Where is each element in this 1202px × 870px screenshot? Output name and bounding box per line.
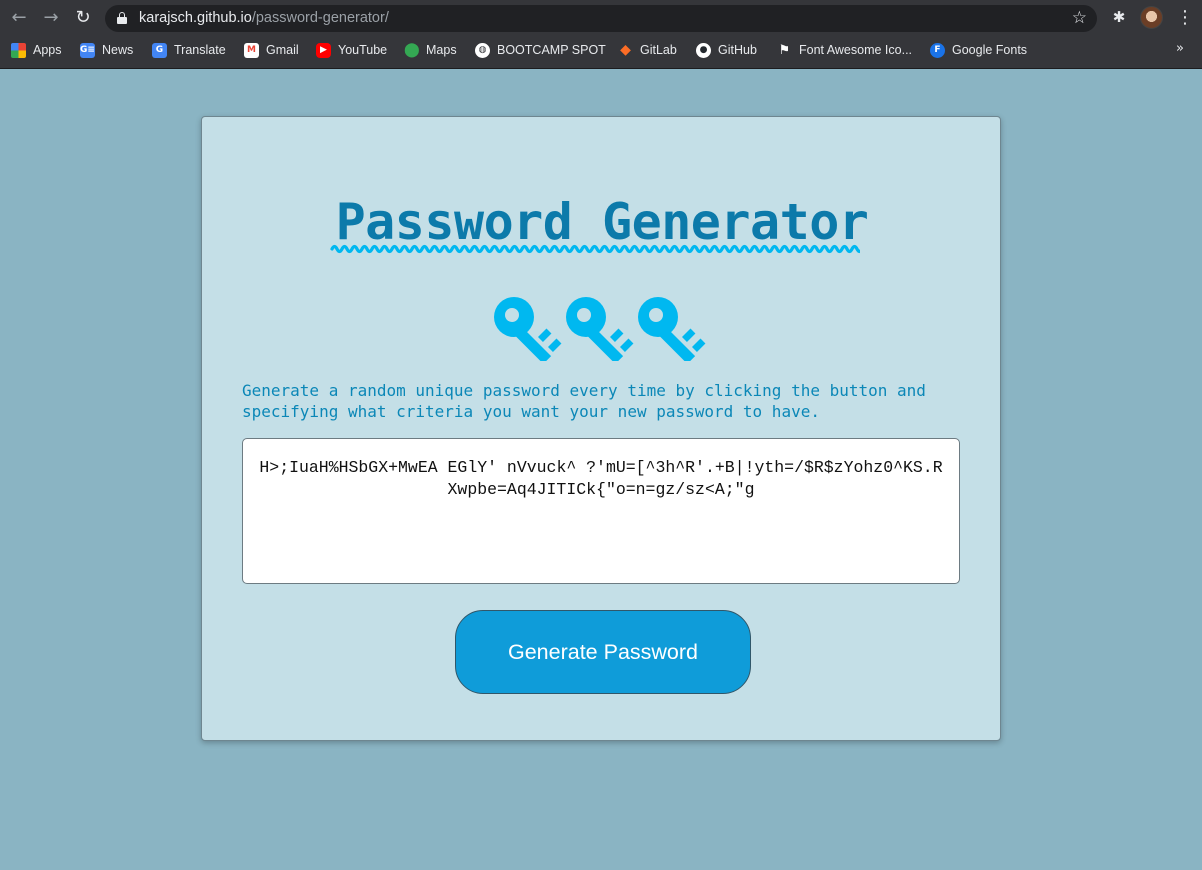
youtube-icon: ▶ xyxy=(316,42,331,58)
google-fonts-icon: F xyxy=(930,42,945,58)
bookmark-font-awesome[interactable]: ⚑ Font Awesome Ico... xyxy=(777,41,912,59)
address-bar[interactable]: karajsch.github.io/password-generator/ ☆ xyxy=(105,5,1097,32)
bookmark-news[interactable]: G≡ News xyxy=(80,41,133,59)
bookmark-gmail[interactable]: M Gmail xyxy=(244,41,299,59)
bookmark-apps[interactable]: Apps xyxy=(11,41,62,59)
bookmark-maps[interactable]: ⬤ Maps xyxy=(404,41,457,59)
gitlab-icon: ◆ xyxy=(620,41,631,58)
bookmark-star-icon[interactable]: ☆ xyxy=(1072,8,1087,28)
bookmarks-bar: Apps G≡ News G Translate M Gmail ▶ YouTu… xyxy=(0,38,1202,62)
bookmark-label: Apps xyxy=(33,43,62,57)
page-description: Generate a random unique password every … xyxy=(242,381,926,421)
google-news-icon: G≡ xyxy=(80,42,95,58)
generate-password-button[interactable]: Generate Password xyxy=(455,610,751,694)
bookmark-label: News xyxy=(102,43,134,57)
browser-toolbar: ← → ↻ karajsch.github.io/password-genera… xyxy=(0,0,1202,69)
bookmark-github[interactable]: ● GitHub xyxy=(696,41,757,59)
reload-icon[interactable]: ↻ xyxy=(72,7,94,29)
gmail-icon: M xyxy=(244,42,259,58)
url-host: karajsch.github.io xyxy=(139,10,252,26)
bookmark-gitlab[interactable]: ◆ GitLab xyxy=(618,41,677,59)
extensions-puzzle-icon[interactable]: ✱ xyxy=(1110,8,1128,26)
lock-icon xyxy=(117,12,127,24)
title-wavy-underline xyxy=(330,244,860,254)
more-bookmarks-icon[interactable]: » xyxy=(1176,41,1184,56)
bookmark-youtube[interactable]: ▶ YouTube xyxy=(316,41,387,59)
bookmark-label: Gmail xyxy=(266,43,299,57)
bookmark-label: Font Awesome Ico... xyxy=(799,43,913,57)
bookmark-label: BOOTCAMP SPOT xyxy=(497,43,606,57)
bookmark-label: GitHub xyxy=(718,43,757,57)
password-output[interactable]: H>;IuaH%HSbGX+MwEA EGlY' nVvuck^ ?'mU=[^… xyxy=(242,438,960,584)
bookmark-label: Translate xyxy=(174,43,226,57)
flag-icon: ⚑ xyxy=(778,42,791,58)
generator-card: Password Generator Generate a random uni… xyxy=(201,116,1001,741)
bookmark-label: YouTube xyxy=(338,43,388,57)
bookmark-translate[interactable]: G Translate xyxy=(152,41,226,59)
bookmark-label: Google Fonts xyxy=(952,43,1028,57)
github-icon: ● xyxy=(696,42,711,58)
keys-icon xyxy=(494,297,706,361)
forward-icon[interactable]: → xyxy=(40,7,62,29)
bookmark-label: GitLab xyxy=(640,43,677,57)
bookmark-label: Maps xyxy=(426,43,457,57)
google-translate-icon: G xyxy=(152,42,167,58)
url-path: /password-generator/ xyxy=(251,10,389,26)
bookmark-bootcamp-spot[interactable]: ◍ BOOTCAMP SPOT xyxy=(475,41,606,59)
url-text[interactable]: karajsch.github.io/password-generator/ xyxy=(139,10,389,26)
apps-grid-icon xyxy=(11,42,26,58)
maps-pin-icon: ⬤ xyxy=(404,41,420,58)
profile-avatar[interactable] xyxy=(1140,6,1163,29)
globe-icon: ◍ xyxy=(475,42,490,58)
bookmark-google-fonts[interactable]: F Google Fonts xyxy=(930,41,1027,59)
browser-menu-icon[interactable]: ⋮ xyxy=(1176,7,1194,29)
back-icon[interactable]: ← xyxy=(8,7,30,29)
